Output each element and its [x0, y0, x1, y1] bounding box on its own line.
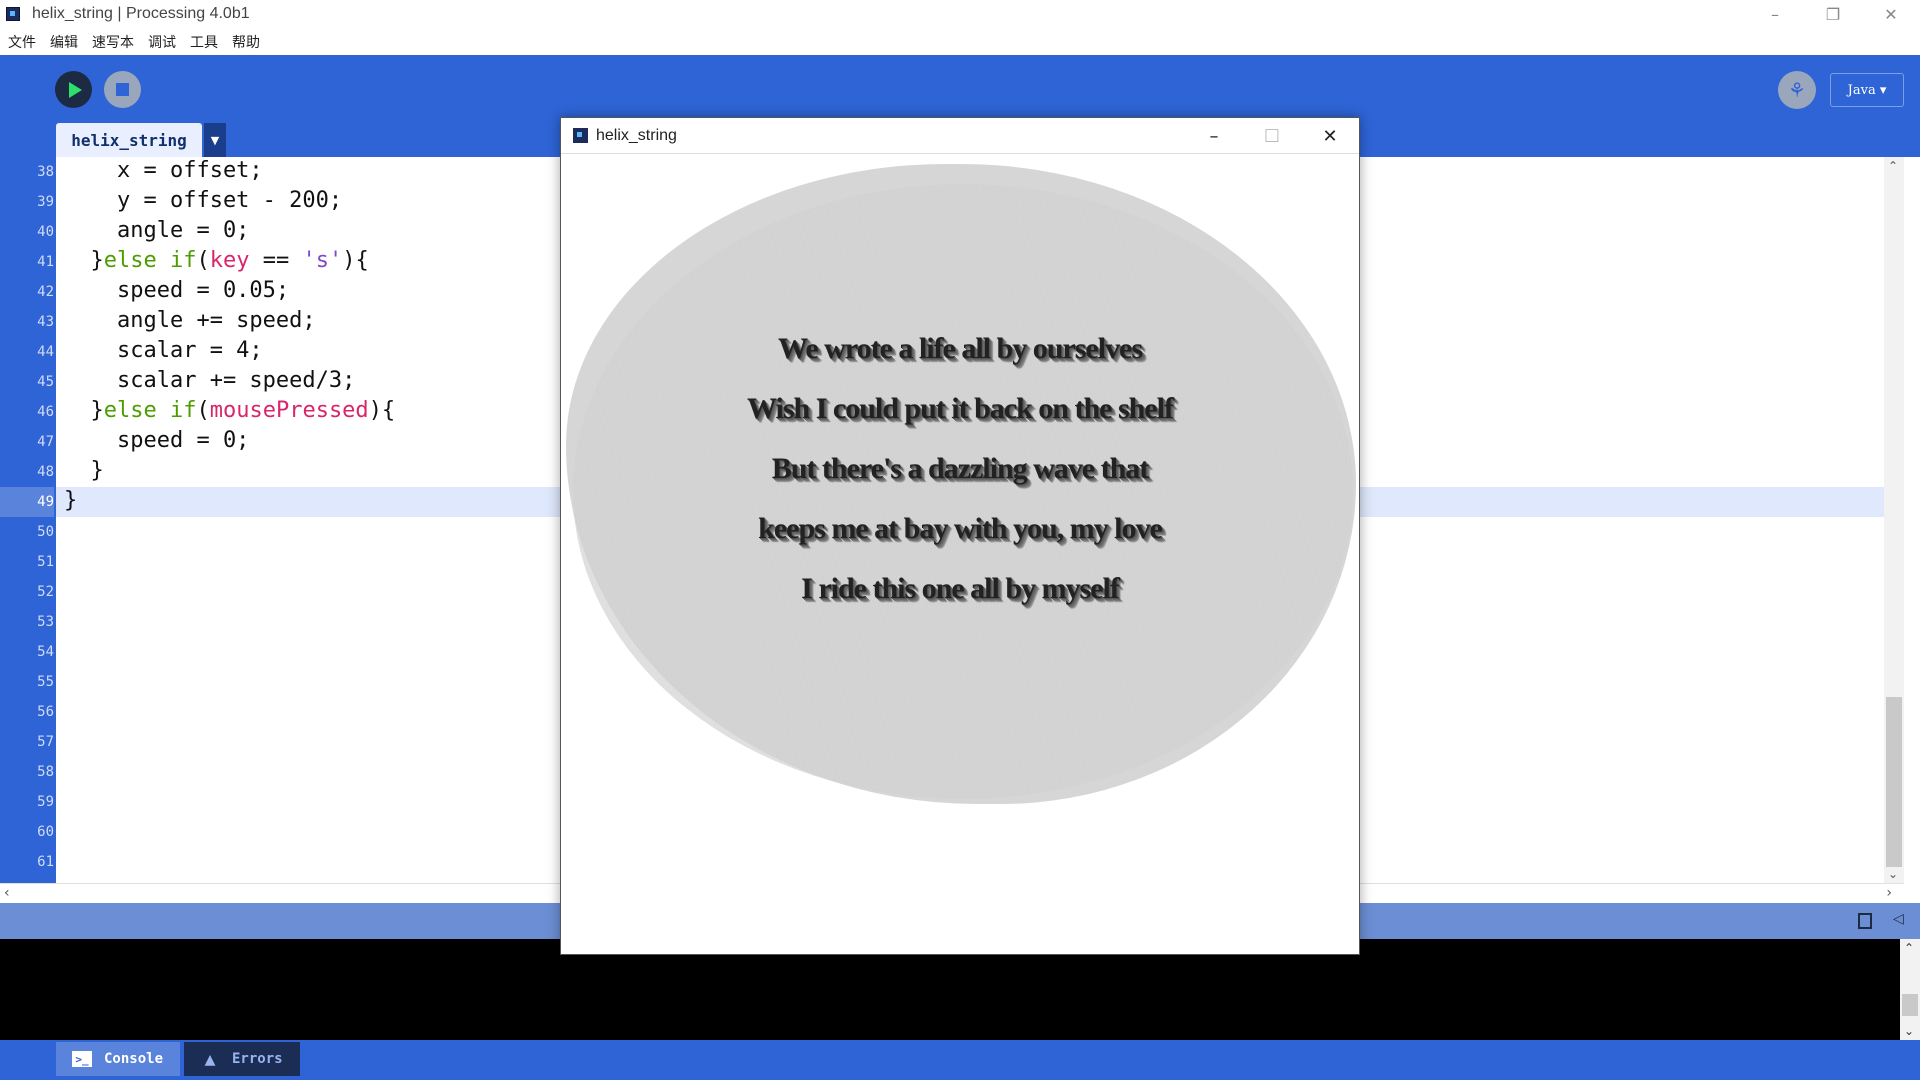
window-title: helix_string | Processing 4.0b1: [32, 5, 250, 22]
code-line: }else if(key == 's'){: [64, 248, 369, 273]
terminal-icon: >_: [72, 1051, 92, 1067]
close-button[interactable]: ✕: [1862, 0, 1920, 28]
sketch-minimize-button[interactable]: –: [1185, 118, 1243, 154]
editor-vertical-scrollbar[interactable]: ⌃ ⌄: [1884, 157, 1904, 883]
warning-icon: ▲: [204, 1048, 216, 1070]
code-line: angle = 0;: [64, 218, 250, 243]
processing-app-icon: [573, 128, 588, 143]
menu-file[interactable]: 文件: [8, 32, 36, 52]
console-scroll-down-icon[interactable]: ⌄: [1904, 1024, 1914, 1038]
menu-edit[interactable]: 编辑: [50, 32, 78, 52]
tab-helix-string[interactable]: helix_string: [56, 123, 202, 157]
line-number: 40: [37, 224, 54, 240]
line-number: 45: [37, 374, 54, 390]
sketch-window-controls: – ☐ ✕: [1185, 118, 1359, 154]
line-number: 38: [37, 164, 54, 180]
code-line: speed = 0;: [64, 428, 250, 453]
scroll-left-icon[interactable]: ‹: [4, 885, 10, 901]
errors-tab[interactable]: ▲ Errors: [184, 1042, 300, 1076]
code-line: speed = 0.05;: [64, 278, 290, 303]
code-line: }: [64, 488, 78, 513]
sketch-close-button[interactable]: ✕: [1301, 118, 1359, 154]
minimize-button[interactable]: –: [1746, 0, 1804, 28]
scroll-up-icon[interactable]: ⌃: [1888, 159, 1898, 173]
line-number: 53: [37, 614, 54, 630]
line-number: 56: [37, 704, 54, 720]
menu-bar: 文件 编辑 速写本 调试 工具 帮助: [0, 30, 1920, 54]
run-button[interactable]: [55, 71, 92, 108]
window-controls: – ❐ ✕: [1746, 0, 1920, 28]
line-number: 54: [37, 644, 54, 660]
lyric-line: But there's a dazzling wave that: [771, 452, 1150, 485]
copy-icon[interactable]: [1858, 913, 1872, 929]
line-number: 60: [37, 824, 54, 840]
lyric-line: We wrote a life all by ourselves: [777, 332, 1143, 365]
line-number: 55: [37, 674, 54, 690]
code-line: y = offset - 200;: [64, 188, 343, 213]
console-scrollbar[interactable]: ⌃ ⌄: [1900, 939, 1920, 1040]
menu-debug[interactable]: 调试: [148, 32, 176, 52]
line-number: 47: [37, 434, 54, 450]
restore-button[interactable]: ❐: [1804, 0, 1862, 28]
line-number: 57: [37, 734, 54, 750]
processing-app-icon: [6, 7, 20, 21]
bottom-tab-bar: >_ Console ▲ Errors: [0, 1040, 1920, 1080]
errors-tab-label: Errors: [232, 1051, 283, 1067]
code-line: scalar = 4;: [64, 338, 263, 363]
console-scroll-up-icon[interactable]: ⌃: [1904, 941, 1914, 955]
line-number-gutter: 38 39 40 41 42 43 44 45 46 47 48 49 50 51 52 53 54 55 56 57…: [0, 157, 56, 883]
code-line: angle += speed;: [64, 308, 316, 333]
code-line: x = offset;: [64, 158, 263, 183]
line-number: 61: [37, 854, 54, 870]
helix-blob-texture: [573, 184, 1353, 799]
line-number: 52: [37, 584, 54, 600]
line-number: 46: [37, 404, 54, 420]
code-line: }: [64, 458, 104, 483]
scroll-down-icon[interactable]: ⌄: [1888, 867, 1898, 881]
collapse-console-icon[interactable]: ◁: [1893, 911, 1904, 927]
menu-sketch[interactable]: 速写本: [92, 32, 134, 52]
sketch-window-title: helix_string: [596, 126, 677, 144]
lyric-line: Wish I could put it back on the shelf: [747, 392, 1174, 425]
line-number: 42: [37, 284, 54, 300]
line-number: 41: [37, 254, 54, 270]
stop-button[interactable]: [104, 71, 141, 108]
line-number: 49: [0, 487, 54, 517]
line-number: 51: [37, 554, 54, 570]
console-scroll-thumb[interactable]: [1902, 994, 1918, 1016]
sketch-window[interactable]: helix_string – ☐ ✕ We wrote a life all b…: [560, 117, 1360, 955]
line-number: 50: [37, 524, 54, 540]
toolbar: ⚘ Java ▾: [0, 55, 1920, 121]
tab-menu-chevron-down-icon[interactable]: ▼: [204, 123, 226, 157]
lyric-line: keeps me at bay with you, my love: [758, 512, 1163, 545]
mode-selector[interactable]: Java ▾: [1830, 73, 1904, 107]
sketch-canvas[interactable]: We wrote a life all by ourselves Wish I …: [561, 154, 1359, 954]
menu-tools[interactable]: 工具: [190, 32, 218, 52]
line-number: 43: [37, 314, 54, 330]
line-number: 58: [37, 764, 54, 780]
debug-icon[interactable]: ⚘: [1778, 71, 1816, 109]
menu-help[interactable]: 帮助: [232, 32, 260, 52]
scroll-thumb[interactable]: [1886, 697, 1902, 867]
line-number: 59: [37, 794, 54, 810]
code-line: }else if(mousePressed){: [64, 398, 396, 423]
line-number: 48: [37, 464, 54, 480]
scroll-right-icon[interactable]: ›: [1886, 885, 1892, 901]
console-tab-label: Console: [104, 1051, 164, 1067]
sketch-maximize-button[interactable]: ☐: [1243, 118, 1301, 154]
lyric-line: I ride this one all by myself: [801, 572, 1120, 605]
line-number: 44: [37, 344, 54, 360]
sketch-title-bar[interactable]: helix_string – ☐ ✕: [561, 118, 1359, 154]
console-tab[interactable]: >_ Console: [56, 1042, 180, 1076]
title-bar: helix_string | Processing 4.0b1 – ❐ ✕: [0, 0, 1920, 28]
code-line: scalar += speed/3;: [64, 368, 356, 393]
line-number: 39: [37, 194, 54, 210]
